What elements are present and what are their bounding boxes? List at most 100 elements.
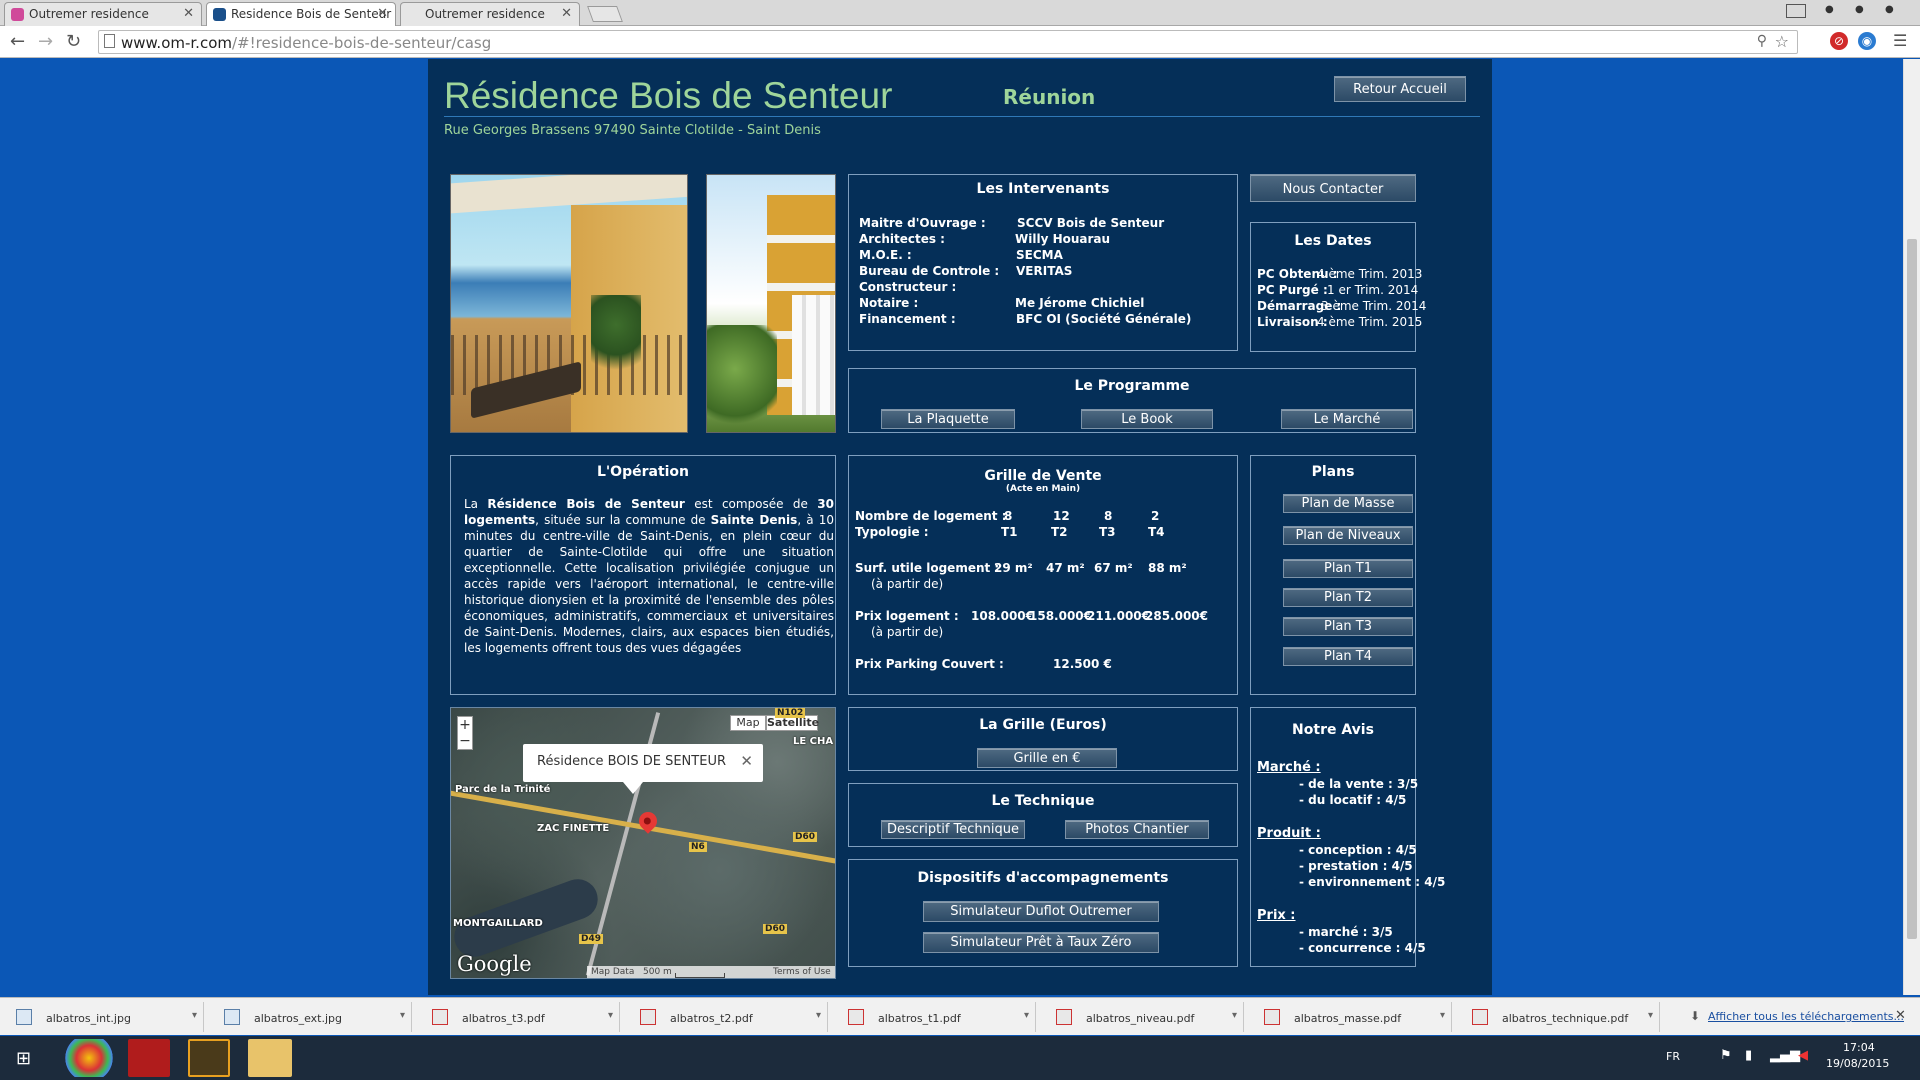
- terms-link[interactable]: Terms of Use: [773, 967, 831, 977]
- browser-tab-2[interactable]: Residence Bois de Senteur ✕: [206, 2, 396, 27]
- close-tab-icon[interactable]: ✕: [183, 6, 194, 21]
- filezilla-taskbar-icon[interactable]: [128, 1039, 170, 1077]
- menu-icon[interactable]: ☰: [1893, 31, 1907, 50]
- download-item[interactable]: albatros_ext.jpg ▾: [212, 1002, 412, 1032]
- grille-euros-button[interactable]: Grille en €: [977, 748, 1117, 768]
- chevron-down-icon[interactable]: ▾: [816, 1010, 821, 1021]
- chevron-down-icon[interactable]: ▾: [1024, 1010, 1029, 1021]
- windows-start-icon[interactable]: ⊞: [16, 1048, 31, 1069]
- intervenant-value: SECMA: [1016, 248, 1063, 262]
- surface-value: 47 m²: [1046, 561, 1085, 575]
- descriptif-technique-button[interactable]: Descriptif Technique: [881, 820, 1025, 839]
- browser-tab-1[interactable]: Outremer residence ✕: [4, 2, 202, 26]
- address-bar-row: ← → ↻ www.om-r.com/#!residence-bois-de-s…: [0, 26, 1920, 58]
- download-item[interactable]: albatros_int.jpg ▾: [4, 1002, 204, 1032]
- extension-chat-icon[interactable]: ◉: [1858, 32, 1876, 50]
- close-download-bar-icon[interactable]: ✕: [1895, 1008, 1906, 1023]
- typo-value: T4: [1148, 525, 1165, 539]
- extension-stop-icon[interactable]: ⊘: [1830, 32, 1848, 50]
- download-item[interactable]: albatros_t2.pdf ▾: [628, 1002, 828, 1032]
- avis-item: - de la vente : 3/5: [1299, 777, 1419, 791]
- explorer-taskbar-icon[interactable]: [248, 1039, 292, 1077]
- exterior-building-image[interactable]: [706, 174, 836, 433]
- zoom-control[interactable]: + −: [457, 716, 473, 750]
- intervenants-panel: Les Intervenants Maitre d'Ouvrage : SCCV…: [848, 174, 1238, 351]
- download-item[interactable]: albatros_technique.pdf ▾: [1460, 1002, 1660, 1032]
- simulateur-duflot-button[interactable]: Simulateur Duflot Outremer: [923, 901, 1159, 922]
- chrome-taskbar-icon[interactable]: [64, 1039, 114, 1077]
- close-tab-icon[interactable]: ✕: [561, 6, 572, 21]
- language-indicator[interactable]: FR: [1666, 1050, 1680, 1063]
- clock-time[interactable]: 17:04: [1843, 1041, 1875, 1054]
- date-value: 4 ème Trim. 2013: [1317, 267, 1423, 281]
- plan-masse-button[interactable]: Plan de Masse: [1283, 494, 1413, 513]
- flag-icon[interactable]: ⚑: [1720, 1048, 1732, 1063]
- avis-category: Prix :: [1257, 908, 1296, 923]
- intervenant-value: BFC OI (Société Générale): [1016, 312, 1192, 326]
- reload-icon[interactable]: ↻: [66, 31, 81, 52]
- volume-icon[interactable]: ◀: [1798, 1048, 1808, 1063]
- download-item[interactable]: albatros_t1.pdf ▾: [836, 1002, 1036, 1032]
- chevron-down-icon[interactable]: ▾: [1232, 1010, 1237, 1021]
- plaquette-button[interactable]: La Plaquette: [881, 409, 1015, 429]
- chevron-down-icon[interactable]: ▾: [1440, 1010, 1445, 1021]
- download-item[interactable]: albatros_niveau.pdf ▾: [1044, 1002, 1244, 1032]
- maximize-icon[interactable]: ●: [1855, 4, 1864, 15]
- scrollbar[interactable]: [1903, 59, 1920, 995]
- scrollbar-thumb[interactable]: [1907, 239, 1917, 939]
- close-window-icon[interactable]: ●: [1885, 4, 1894, 15]
- plan-t2-button[interactable]: Plan T2: [1283, 588, 1413, 607]
- chevron-down-icon[interactable]: ▾: [608, 1010, 613, 1021]
- map-data-link[interactable]: Map Data: [591, 967, 634, 977]
- simulateur-ptz-button[interactable]: Simulateur Prêt à Taux Zéro: [923, 932, 1159, 953]
- book-button[interactable]: Le Book: [1081, 409, 1213, 429]
- bookmark-star-icon[interactable]: ☆: [1775, 32, 1789, 51]
- location-map[interactable]: + − Map Satellite Parc de la Trinité ZAC …: [450, 707, 836, 979]
- forward-arrow-icon[interactable]: →: [38, 31, 53, 52]
- marche-button[interactable]: Le Marché: [1281, 409, 1413, 429]
- user-icon[interactable]: [1786, 4, 1806, 18]
- network-icon[interactable]: ▮: [1745, 1048, 1752, 1063]
- intervenant-label: Financement :: [859, 312, 956, 326]
- nb-logement-label: Nombre de logement :: [855, 509, 1007, 523]
- new-tab-button[interactable]: [587, 6, 623, 22]
- plan-t3-button[interactable]: Plan T3: [1283, 617, 1413, 636]
- back-home-button[interactable]: Retour Accueil: [1334, 76, 1466, 102]
- plan-niveaux-button[interactable]: Plan de Niveaux: [1283, 526, 1413, 545]
- map-type-map-button[interactable]: Map: [730, 715, 766, 731]
- chevron-down-icon[interactable]: ▾: [192, 1010, 197, 1021]
- dispositifs-panel: Dispositifs d'accompagnements Simulateur…: [848, 859, 1238, 967]
- typo-value: T1: [1001, 525, 1018, 539]
- intervenant-label: M.O.E. :: [859, 248, 912, 262]
- download-item[interactable]: albatros_t3.pdf ▾: [420, 1002, 620, 1032]
- browser-tab-3[interactable]: Outremer residence ✕: [400, 2, 580, 26]
- plan-t4-button[interactable]: Plan T4: [1283, 647, 1413, 666]
- photos-chantier-button[interactable]: Photos Chantier: [1065, 820, 1209, 839]
- contact-button[interactable]: Nous Contacter: [1250, 174, 1416, 202]
- chevron-down-icon[interactable]: ▾: [1648, 1010, 1653, 1021]
- surface-label: Surf. utile logement :: [855, 561, 1000, 575]
- clock-date[interactable]: 19/08/2015: [1826, 1057, 1889, 1070]
- surface-value: 29 m²: [994, 561, 1033, 575]
- show-all-downloads-link[interactable]: Afficher tous les téléchargements...: [1708, 1010, 1904, 1023]
- back-arrow-icon[interactable]: ←: [10, 31, 25, 52]
- nb-value: 8: [1104, 509, 1113, 523]
- avis-category: Produit :: [1257, 826, 1321, 841]
- intervenant-value: Me Jérome Chichiel: [1015, 296, 1145, 310]
- close-infowindow-icon[interactable]: ✕: [740, 752, 753, 770]
- map-scale: 500 m: [643, 967, 672, 977]
- avis-item: - prestation : 4/5: [1299, 859, 1413, 873]
- zoom-icon[interactable]: ⚲: [1757, 33, 1767, 49]
- signal-icon[interactable]: ▂▄▆: [1770, 1048, 1800, 1063]
- sublime-taskbar-icon[interactable]: [188, 1039, 230, 1077]
- minimize-icon[interactable]: ●: [1825, 4, 1834, 15]
- url-input[interactable]: www.om-r.com/#!residence-bois-de-senteur…: [98, 30, 1798, 54]
- chevron-down-icon[interactable]: ▾: [400, 1010, 405, 1021]
- avis-item: - concurrence : 4/5: [1299, 941, 1426, 955]
- region-label: Réunion: [1003, 85, 1096, 109]
- close-tab-icon[interactable]: ✕: [377, 6, 388, 21]
- interior-balcony-image[interactable]: [450, 174, 688, 433]
- download-item[interactable]: albatros_masse.pdf ▾: [1252, 1002, 1452, 1032]
- prix-value: 158.000€: [1029, 609, 1093, 623]
- plan-t1-button[interactable]: Plan T1: [1283, 559, 1413, 578]
